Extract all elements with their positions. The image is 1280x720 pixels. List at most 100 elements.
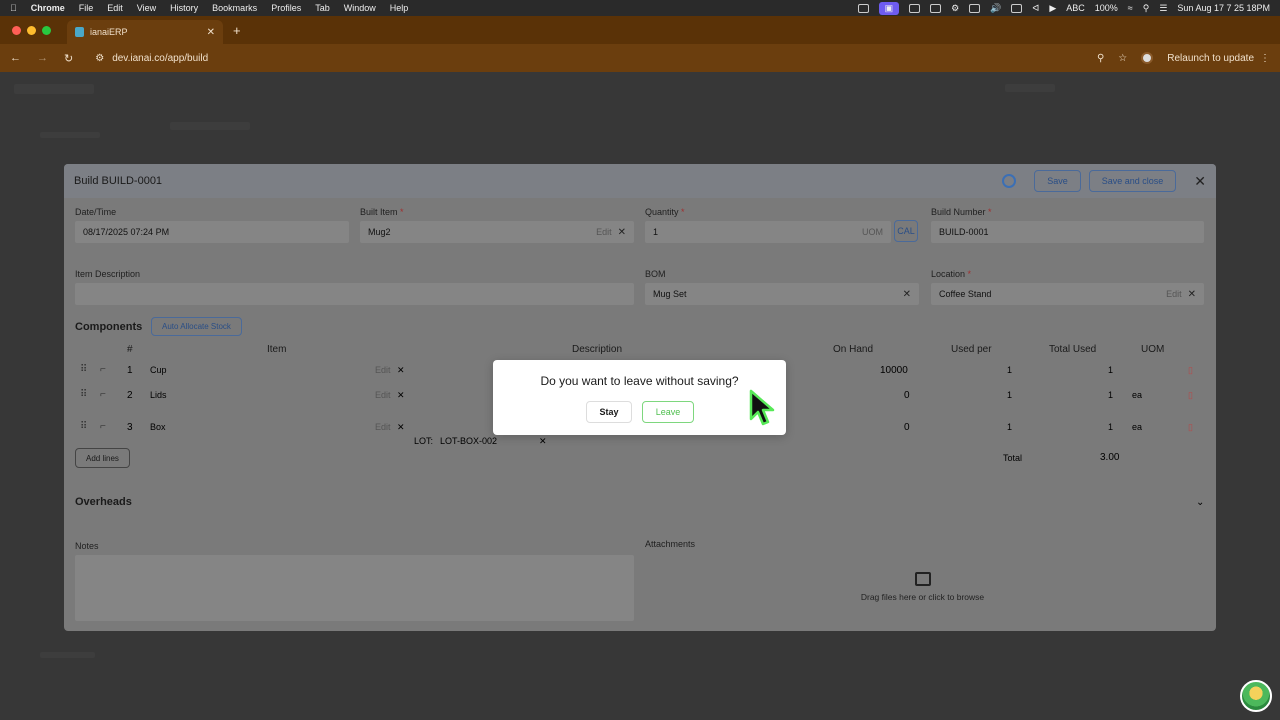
display-icon[interactable] bbox=[969, 3, 981, 13]
row-edit-link[interactable]: Edit bbox=[375, 365, 391, 375]
settings-icon[interactable]: ⚙ bbox=[951, 3, 959, 14]
status-icon[interactable] bbox=[909, 3, 921, 13]
datetime-field[interactable]: 08/17/2025 07:24 PM bbox=[75, 221, 349, 243]
clock[interactable]: Sun Aug 17 7 25 18PM bbox=[1177, 3, 1270, 13]
notes-label: Notes bbox=[75, 541, 99, 551]
row-clear-icon[interactable]: ✕ bbox=[397, 365, 405, 376]
app-logo-icon[interactable] bbox=[1240, 680, 1272, 712]
row-clear-icon[interactable]: ✕ bbox=[397, 422, 405, 433]
drag-handle-icon[interactable]: ⠿ bbox=[80, 389, 87, 400]
delete-row-icon[interactable]: ▯ bbox=[1188, 390, 1193, 401]
volume-icon[interactable]: 🔊 bbox=[990, 3, 1001, 14]
control-center-icon[interactable]: ☰ bbox=[1159, 3, 1167, 14]
overheads-title[interactable]: Overheads bbox=[75, 496, 132, 508]
row-clear-icon[interactable]: ✕ bbox=[397, 390, 405, 401]
row-edit-link[interactable]: Edit bbox=[375, 422, 391, 432]
leave-button[interactable]: Leave bbox=[642, 401, 694, 423]
row-used-per[interactable]: 1 bbox=[1007, 422, 1012, 432]
bookmark-star-icon[interactable]: ☆ bbox=[1118, 53, 1127, 64]
close-modal-icon[interactable]: ✕ bbox=[1194, 173, 1206, 190]
drag-handle-icon[interactable]: ⠿ bbox=[80, 364, 87, 375]
lot-value[interactable]: LOT-BOX-002 bbox=[440, 436, 497, 446]
menu-app-name[interactable]: Chrome bbox=[31, 3, 65, 13]
row-total-used: 1 bbox=[1108, 365, 1114, 375]
quantity-field[interactable]: 1 UOM bbox=[645, 221, 891, 243]
play-icon[interactable]: ▶ bbox=[1049, 3, 1056, 14]
reload-icon[interactable]: ↻ bbox=[64, 52, 73, 65]
row-tool-icon[interactable]: ⌐ bbox=[100, 389, 106, 400]
minimize-window-button[interactable] bbox=[27, 25, 36, 35]
tab-close-icon[interactable]: ✕ bbox=[207, 27, 215, 38]
bluetooth-icon[interactable]: ᐊ bbox=[1032, 3, 1039, 14]
address-bar[interactable]: ⚙ dev.ianai.co/app/build bbox=[95, 53, 208, 64]
bom-clear-icon[interactable]: ✕ bbox=[903, 289, 911, 300]
row-uom[interactable]: ea bbox=[1132, 422, 1142, 432]
stay-button[interactable]: Stay bbox=[586, 401, 632, 423]
forward-icon[interactable]: → bbox=[37, 52, 48, 65]
location-clear-icon[interactable]: ✕ bbox=[1188, 289, 1196, 300]
back-icon[interactable]: ← bbox=[10, 52, 21, 65]
row-num: 3 bbox=[127, 422, 133, 433]
menu-edit[interactable]: Edit bbox=[107, 3, 123, 13]
menu-view[interactable]: View bbox=[137, 3, 156, 13]
save-and-close-button[interactable]: Save and close bbox=[1088, 170, 1177, 192]
cal-button[interactable]: CAL bbox=[894, 220, 918, 242]
row-item[interactable]: Box bbox=[150, 422, 166, 432]
wifi-icon[interactable]: ≈ bbox=[1128, 3, 1133, 13]
row-used-per[interactable]: 1 bbox=[1007, 365, 1012, 375]
built-item-edit-link[interactable]: Edit bbox=[596, 227, 612, 237]
zoom-window-button[interactable] bbox=[42, 25, 51, 35]
battery-text[interactable]: 100% bbox=[1095, 3, 1118, 13]
site-info-icon[interactable]: ⚙ bbox=[95, 53, 104, 64]
screen-record-icon[interactable]: ▣ bbox=[878, 1, 900, 15]
modal-header: Build BUILD-0001 Save Save and close ✕ bbox=[64, 164, 1216, 198]
row-used-per[interactable]: 1 bbox=[1007, 390, 1012, 400]
drag-handle-icon[interactable]: ⠿ bbox=[80, 421, 87, 432]
browser-tab[interactable]: ianaiERP ✕ bbox=[67, 20, 223, 44]
row-item[interactable]: Cup bbox=[150, 365, 167, 375]
input-source[interactable]: ABC bbox=[1066, 3, 1085, 13]
settings-gear-icon[interactable] bbox=[1002, 174, 1017, 188]
location-edit-link[interactable]: Edit bbox=[1166, 289, 1182, 299]
chevron-down-icon[interactable]: ⌄ bbox=[1196, 497, 1204, 508]
bom-field[interactable]: Mug Set ✕ bbox=[645, 283, 919, 305]
location-label: Location * bbox=[931, 269, 971, 279]
profile-avatar[interactable] bbox=[1141, 52, 1154, 64]
menu-tab[interactable]: Tab bbox=[315, 3, 330, 13]
build-number-value: BUILD-0001 bbox=[939, 227, 989, 237]
row-item[interactable]: Lids bbox=[150, 390, 167, 400]
menu-profiles[interactable]: Profiles bbox=[271, 3, 301, 13]
row-uom[interactable]: ea bbox=[1132, 390, 1142, 400]
delete-row-icon[interactable]: ▯ bbox=[1188, 365, 1193, 376]
location-field[interactable]: Coffee Stand Edit ✕ bbox=[931, 283, 1204, 305]
build-number-field[interactable]: BUILD-0001 bbox=[931, 221, 1204, 243]
add-lines-button[interactable]: Add lines bbox=[75, 448, 130, 468]
relaunch-button[interactable]: Relaunch to update ⋮ bbox=[1167, 53, 1270, 64]
notes-textarea[interactable] bbox=[75, 555, 634, 621]
row-tool-icon[interactable]: ⌐ bbox=[100, 364, 106, 375]
auto-allocate-button[interactable]: Auto Allocate Stock bbox=[151, 317, 242, 336]
zoom-icon[interactable]: ⚲ bbox=[1097, 53, 1104, 64]
spotlight-icon[interactable]: ⚲ bbox=[1143, 3, 1150, 14]
status-icon[interactable] bbox=[930, 3, 942, 13]
mirror-icon[interactable] bbox=[1011, 3, 1023, 13]
url-text[interactable]: dev.ianai.co/app/build bbox=[112, 53, 208, 64]
menu-bookmarks[interactable]: Bookmarks bbox=[212, 3, 257, 13]
menu-window[interactable]: Window bbox=[344, 3, 376, 13]
new-tab-button[interactable]: + bbox=[233, 23, 241, 38]
menu-history[interactable]: History bbox=[170, 3, 198, 13]
save-button[interactable]: Save bbox=[1034, 170, 1081, 192]
attachments-dropzone[interactable]: Drag files here or click to browse bbox=[645, 553, 1200, 621]
apple-icon[interactable]:  bbox=[10, 3, 17, 13]
built-item-field[interactable]: Mug2 Edit ✕ bbox=[360, 221, 634, 243]
close-window-button[interactable] bbox=[12, 25, 21, 35]
row-edit-link[interactable]: Edit bbox=[375, 390, 391, 400]
item-description-field[interactable] bbox=[75, 283, 634, 305]
row-tool-icon[interactable]: ⌐ bbox=[100, 421, 106, 432]
lot-clear-icon[interactable]: ✕ bbox=[539, 436, 547, 447]
built-item-clear-icon[interactable]: ✕ bbox=[618, 227, 626, 238]
delete-row-icon[interactable]: ▯ bbox=[1188, 422, 1193, 433]
menu-file[interactable]: File bbox=[79, 3, 94, 13]
menu-help[interactable]: Help bbox=[390, 3, 409, 13]
status-icon[interactable] bbox=[857, 3, 869, 13]
